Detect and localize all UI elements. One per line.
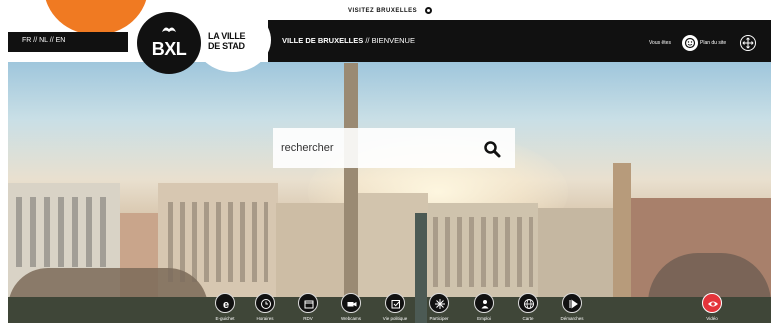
search-input[interactable]: [281, 140, 471, 156]
sitemap-icon[interactable]: [740, 35, 756, 51]
svg-text:e: e: [223, 299, 229, 310]
toolbar-label: Webcams: [341, 316, 361, 321]
camera-icon: [341, 293, 361, 313]
e-icon: e: [215, 293, 235, 313]
toolbar-label: Carte: [522, 316, 534, 321]
visit-brussels-link[interactable]: VISITEZ BRUXELLES: [348, 8, 417, 14]
ville-line2: DE STAD: [208, 41, 245, 51]
visit-icon[interactable]: [425, 7, 432, 14]
eye-icon: [702, 293, 722, 313]
bxl-logo[interactable]: BXL: [137, 12, 201, 74]
language-switcher[interactable]: FR // NL // EN: [22, 37, 65, 44]
search-box: [273, 128, 515, 168]
ville-line1: LA VILLE: [208, 31, 246, 41]
ballot-icon: [385, 293, 405, 313]
toolbar-label: Participer: [429, 316, 449, 321]
globe-icon: [518, 293, 538, 313]
logo-text: BXL: [151, 39, 187, 59]
play-icon: [562, 293, 582, 313]
toolbar-label: Vie politique: [382, 316, 408, 321]
orange-circle: [44, 0, 148, 35]
plan-du-site-label[interactable]: Plan du site: [700, 40, 726, 46]
search-icon[interactable]: [481, 138, 503, 160]
windows: [16, 197, 112, 267]
smile-icon[interactable]: [682, 35, 698, 51]
calendar-icon: [298, 293, 318, 313]
toolbar-label: Démarches: [560, 316, 584, 321]
windows: [433, 217, 533, 287]
toolbar-label: Vidéo: [706, 316, 718, 321]
page: VISITEZ BRUXELLES FR // NL // EN VILLE D…: [0, 0, 771, 323]
site-name[interactable]: VILLE DE BRUXELLES: [282, 36, 363, 45]
toolbar-label: Emploi: [477, 316, 491, 321]
statue: [415, 213, 427, 323]
page-title: VILLE DE BRUXELLES // BIENVENUE: [282, 36, 415, 45]
breadcrumb: // BIENVENUE: [363, 36, 415, 45]
spire: [344, 63, 358, 323]
bird-icon: [162, 27, 176, 32]
sparkle-icon: [429, 293, 449, 313]
hero-photo: [8, 62, 771, 323]
clock-icon: [255, 293, 275, 313]
windows: [168, 202, 268, 282]
person-icon: [474, 293, 494, 313]
vous-etes-label[interactable]: Vous êtes: [649, 40, 671, 46]
